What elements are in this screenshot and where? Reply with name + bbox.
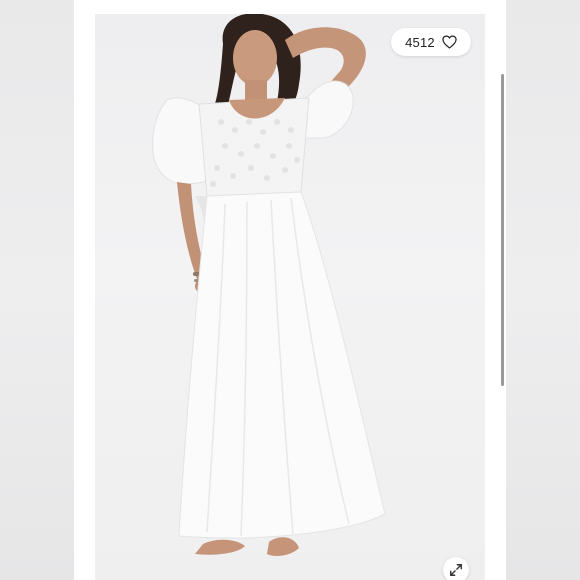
heart-outline-icon	[442, 35, 457, 49]
expand-image-button[interactable]	[443, 557, 469, 580]
scrollbar-thumb[interactable]	[501, 74, 504, 386]
blurred-background-right	[506, 0, 580, 580]
expand-arrows-icon	[450, 564, 462, 576]
product-photo[interactable]	[95, 14, 485, 580]
listing-screen: 4512	[0, 0, 580, 580]
like-button[interactable]: 4512	[391, 28, 471, 56]
dress-model-illustration	[152, 14, 386, 556]
blurred-background-left	[0, 0, 74, 580]
likes-count: 4512	[405, 34, 435, 50]
